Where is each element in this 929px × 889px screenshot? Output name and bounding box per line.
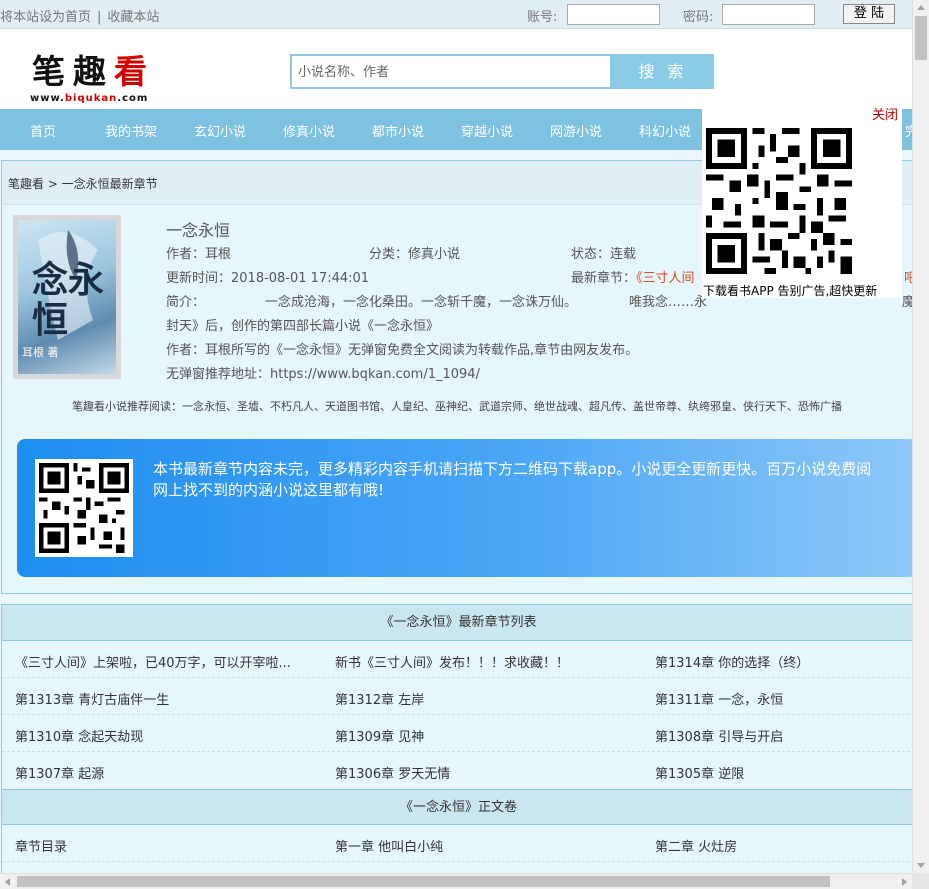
logo-text: 笔趣 <box>32 52 114 91</box>
intro-text-tail: 魔 <box>902 295 912 310</box>
cover-title: 念永恒 <box>32 259 105 341</box>
cover-image: 念永恒 耳根 著 <box>18 220 116 374</box>
chapter-link[interactable]: 第1309章 见神 <box>335 726 424 745</box>
vertical-scrollbar[interactable] <box>912 0 929 873</box>
chapter-link[interactable]: 第1311章 一念，永恒 <box>655 689 783 708</box>
intro-label: 简介： <box>166 295 206 310</box>
chapter-row: 章节目录 第一章 他叫白小纯 第二章 火灶房 <box>2 825 912 862</box>
nav-wanben[interactable]: 完 <box>905 121 912 140</box>
login-button[interactable]: 登 陆 <box>843 4 895 24</box>
latest-chapter-label: 最新章节： <box>571 271 637 286</box>
chapter-link[interactable]: 第一章 他叫白小纯 <box>335 836 443 855</box>
latest-list-header: 《一念永恒》最新章节列表 <box>2 605 912 641</box>
search-input[interactable] <box>290 54 612 89</box>
nav-kehuan[interactable]: 科幻小说 <box>639 121 691 140</box>
scroll-right-arrow-icon[interactable] <box>902 878 907 886</box>
chapter-link[interactable]: 新书《三寸人间》发布！！！求收藏！！ <box>335 652 569 671</box>
recommended-reading: 笔趣看小说推荐阅读：一念永恒、圣墟、不朽凡人、天道图书馆、人皇纪、巫神纪、武道宗… <box>72 400 842 413</box>
account-label: 账号: <box>527 10 558 25</box>
intro-text-line2: 封天》后，创作的第四部长篇小说《一念永恒》 <box>166 319 440 334</box>
password-input[interactable] <box>722 4 815 25</box>
chapter-list-box: 《一念永恒》最新章节列表 《三寸人间》上架啦，已40万字，可以开宰啦... 新书… <box>1 604 912 873</box>
nav-chuanyue[interactable]: 穿越小说 <box>461 121 513 140</box>
book-author: 作者：耳根 <box>166 247 232 262</box>
chapter-link[interactable]: 第1308章 引导与开启 <box>655 726 783 745</box>
intro-text-continued: 唯我念……永 <box>629 295 708 310</box>
horizontal-scrollbar[interactable] <box>0 873 912 889</box>
chapter-link[interactable]: 第1306章 罗天无情 <box>335 763 450 782</box>
page-viewport: 将本站设为首页 | 收藏本站 账号: 密码: 登 陆 笔趣看 www.biqukan… <box>0 0 912 873</box>
account-input[interactable] <box>567 4 660 25</box>
top-bar: 将本站设为首页 | 收藏本站 账号: 密码: 登 陆 <box>0 0 912 29</box>
chapter-row: 第1310章 念起天劫现 第1309章 见神 第1308章 引导与开启 <box>2 715 912 752</box>
nav-home[interactable]: 首页 <box>30 121 56 140</box>
nav-wangyou[interactable]: 网游小说 <box>550 121 602 140</box>
nav-xiuzhen[interactable]: 修真小说 <box>283 121 335 140</box>
chapter-link[interactable]: 《三寸人间》上架啦，已40万字，可以开宰啦... <box>15 652 291 671</box>
nav-bookshelf[interactable]: 我的书架 <box>105 121 157 140</box>
scroll-left-arrow-icon[interactable] <box>5 878 10 886</box>
chapter-link[interactable]: 第1314章 你的选择（终） <box>655 652 809 671</box>
logo-text-red: 看 <box>114 52 155 91</box>
app-download-banner[interactable]: 本书最新章节内容未完，更多精彩内容手机请扫描下方二维码下载app。小说更全更新更… <box>17 439 912 577</box>
book-note: 作者：耳根所写的《一念永恒》无弹窗免费全文阅读为转载作品,章节由网友发布。 <box>166 343 639 358</box>
chapter-link[interactable]: 第1305章 逆限 <box>655 763 744 782</box>
site-header: 笔趣看 www.biqukan.com 搜 索 <box>0 29 912 109</box>
popup-caption: 下载看书APP 告别广告,超快更新 <box>703 284 878 298</box>
book-category: 分类：修真小说 <box>369 247 461 262</box>
book-cover: 念永恒 耳根 著 <box>13 215 121 379</box>
top-links: 将本站设为首页 | 收藏本站 <box>0 6 159 25</box>
banner-qr-code-icon <box>35 459 133 557</box>
logo-url-red: biqukan <box>64 93 118 104</box>
chapter-row: 第1313章 青灯古庙伴一生 第1312章 左岸 第1311章 一念，永恒 <box>2 678 912 715</box>
vertical-scroll-thumb[interactable] <box>915 16 927 60</box>
set-homepage-link[interactable]: 将本站设为首页 <box>0 10 91 25</box>
book-url: 无弹窗推荐地址：https://www.bqkan.com/1_1094/ <box>166 367 480 382</box>
chapter-row: 《三寸人间》上架啦，已40万字，可以开宰啦... 新书《三寸人间》发布！！！求收… <box>2 641 912 678</box>
logo-url-prefix: www. <box>30 93 65 104</box>
password-label: 密码: <box>683 10 714 25</box>
search-button[interactable]: 搜 索 <box>612 54 714 89</box>
latest-chapter-link[interactable]: 《三寸人间 <box>636 271 695 286</box>
nav-xuanhuan[interactable]: 玄幻小说 <box>194 121 246 140</box>
site-logo[interactable]: 笔趣看 www.biqukan.com <box>30 43 170 104</box>
book-update-time: 更新时间：2018-08-01 17:44:01 <box>166 271 370 286</box>
popup-qr-code-icon <box>706 128 852 274</box>
book-status: 状态：连载 <box>571 247 637 262</box>
intro-text: 一念成沧海，一念化桑田。一念斩千魔，一念诛万仙。 <box>265 295 578 310</box>
scrollbar-corner <box>912 873 929 889</box>
latest-chapter-tail: 吧 <box>904 271 912 286</box>
app-download-popup: 关闭 下载看书APP 告别广告,超快更新 <box>702 100 902 298</box>
main-volume-header: 《一念永恒》正文卷 <box>2 789 912 825</box>
chapter-link[interactable]: 第二章 火灶房 <box>655 836 737 855</box>
scroll-up-arrow-icon[interactable] <box>917 5 925 10</box>
banner-text-line2: 网上找不到的内涵小说这里都有哦! <box>153 481 385 499</box>
logo-url-suffix: .com <box>117 93 149 104</box>
scroll-down-arrow-icon[interactable] <box>917 863 925 868</box>
separator: | <box>97 10 102 25</box>
chapter-link[interactable]: 第1310章 念起天劫现 <box>15 726 143 745</box>
popup-close-button[interactable]: 关闭 <box>872 104 898 123</box>
book-title: 一念永恒 <box>166 221 231 240</box>
nav-dushi[interactable]: 都市小说 <box>372 121 424 140</box>
cover-author: 耳根 著 <box>22 346 59 359</box>
chapter-row: 第1307章 起源 第1306章 罗天无情 第1305章 逆限 <box>2 752 912 789</box>
bookmark-link[interactable]: 收藏本站 <box>107 10 159 25</box>
chapter-link[interactable]: 第1307章 起源 <box>15 763 104 782</box>
chapter-link[interactable]: 章节目录 <box>15 836 67 855</box>
chapter-link[interactable]: 第1313章 青灯古庙伴一生 <box>15 689 169 708</box>
banner-text-line1: 本书最新章节内容未完，更多精彩内容手机请扫描下方二维码下载app。小说更全更新更… <box>153 460 872 478</box>
horizontal-scroll-thumb[interactable] <box>17 876 830 887</box>
chapter-link[interactable]: 第1312章 左岸 <box>335 689 424 708</box>
